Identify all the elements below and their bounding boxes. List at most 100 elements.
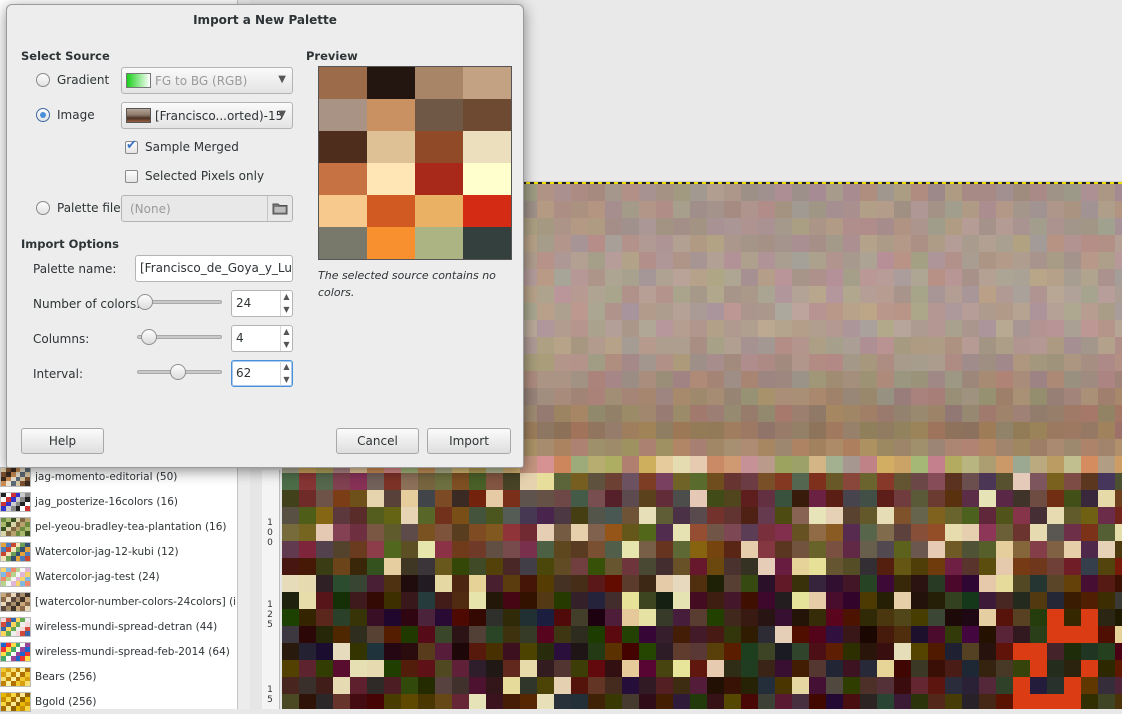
ruler-label: 0 xyxy=(267,528,273,538)
preview-swatch xyxy=(415,195,463,227)
preview-swatch xyxy=(367,99,415,131)
number-of-colors-spinbutton[interactable]: 24 ▲ ▼ xyxy=(231,290,293,317)
import-palette-dialog: Import a New Palette Select Source Gradi… xyxy=(6,4,524,468)
image-thumbnail xyxy=(126,108,151,123)
folder-icon[interactable] xyxy=(267,196,292,221)
gradient-label: Gradient xyxy=(57,73,110,87)
chevron-down-icon[interactable]: ▼ xyxy=(281,374,292,387)
preview-swatch xyxy=(463,227,511,259)
palette-list-item-label: [watercolor-number-colors-24colors] (imp… xyxy=(35,595,237,608)
select-source-heading: Select Source xyxy=(21,49,110,63)
palette-list-item[interactable]: Bgold (256) xyxy=(0,689,237,714)
spin-arrows[interactable]: ▲ ▼ xyxy=(280,326,292,351)
palette-list-item-label: Watercolor-jag-test (24) xyxy=(35,570,160,583)
palette-preview xyxy=(318,66,512,260)
selected-pixels-checkbox[interactable] xyxy=(125,170,138,183)
palette-thumbnail xyxy=(0,516,31,537)
preview-swatch xyxy=(319,163,367,195)
columns-spinbutton[interactable]: 4 ▲ ▼ xyxy=(231,325,293,352)
ruler-label: 2 xyxy=(267,610,273,620)
preview-swatch xyxy=(319,227,367,259)
preview-swatch xyxy=(319,99,367,131)
preview-swatch xyxy=(319,195,367,227)
ruler-label: 5 xyxy=(267,695,273,705)
canvas-top-padding xyxy=(524,0,1122,182)
palette-list-item[interactable]: pel-yeou-bradley-tea-plantation (16) xyxy=(0,514,237,539)
image-radio[interactable] xyxy=(36,108,50,122)
palette-thumbnail xyxy=(0,491,31,512)
preview-swatch xyxy=(367,227,415,259)
image-value: [Francisco...orted)-15 xyxy=(155,108,284,123)
palette-list-item[interactable]: Bears (256) xyxy=(0,664,237,689)
palette-name-input[interactable]: [Francisco_de_Goya_y_Lucie xyxy=(135,255,293,282)
palette-list-item-label: wireless-mundi-spread-feb-2014 (64) xyxy=(35,645,230,658)
gradient-thumbnail xyxy=(126,73,151,88)
chevron-down-icon: ▼ xyxy=(278,74,286,85)
palette-list-item[interactable]: [watercolor-number-colors-24colors] (imp… xyxy=(0,589,237,614)
palette-thumbnail xyxy=(0,591,31,612)
spin-arrows[interactable]: ▲ ▼ xyxy=(280,361,292,386)
preview-swatch xyxy=(367,195,415,227)
preview-swatch xyxy=(463,131,511,163)
chevron-up-icon[interactable]: ▲ xyxy=(281,361,292,374)
interval-label: Interval: xyxy=(33,367,83,381)
image-label: Image xyxy=(57,108,95,122)
palette-list-item-label: pel-yeou-bradley-tea-plantation (16) xyxy=(35,520,227,533)
palette-thumbnail xyxy=(0,541,31,562)
sample-merged-checkbox[interactable] xyxy=(125,138,138,154)
help-button[interactable]: Help xyxy=(21,428,104,454)
interval-value: 62 xyxy=(236,366,252,380)
chevron-down-icon[interactable]: ▼ xyxy=(281,339,292,352)
palette-thumbnail xyxy=(0,616,31,637)
palette-thumbnail xyxy=(0,466,31,487)
palette-list-item[interactable]: Watercolor-jag-test (24) xyxy=(0,564,237,589)
palette-list-item-label: Bgold (256) xyxy=(35,695,97,708)
palette-list-item-label: wireless-mundi-spread-detran (44) xyxy=(35,620,218,633)
ruler-label: 1 xyxy=(267,685,273,695)
ruler-label: 5 xyxy=(267,620,273,630)
preview-swatch xyxy=(463,195,511,227)
chevron-up-icon[interactable]: ▲ xyxy=(281,326,292,339)
preview-swatch xyxy=(415,99,463,131)
columns-slider-handle[interactable] xyxy=(141,329,158,345)
palette-file-radio[interactable] xyxy=(36,201,50,215)
chevron-up-icon[interactable]: ▲ xyxy=(281,291,292,304)
preview-swatch xyxy=(367,67,415,99)
number-of-colors-slider-handle[interactable] xyxy=(137,294,154,310)
palette-list-item-label: Bears (256) xyxy=(35,670,97,683)
cancel-button[interactable]: Cancel xyxy=(336,428,419,454)
chevron-down-icon[interactable]: ▼ xyxy=(281,304,292,317)
palette-thumbnail xyxy=(0,566,31,587)
preview-swatch xyxy=(415,163,463,195)
preview-heading: Preview xyxy=(306,49,358,63)
import-button[interactable]: Import xyxy=(427,428,511,454)
preview-swatch xyxy=(319,131,367,163)
image-combo[interactable]: [Francisco...orted)-15 ▼ xyxy=(121,102,293,129)
gradient-value: FG to BG (RGB) xyxy=(155,73,248,88)
columns-value: 4 xyxy=(236,331,244,345)
palette-list-item[interactable]: wireless-mundi-spread-feb-2014 (64) xyxy=(0,639,237,664)
preview-swatch xyxy=(415,227,463,259)
sample-merged-label: Sample Merged xyxy=(145,140,239,154)
preview-swatch xyxy=(463,67,511,99)
preview-note: The selected source contains no colors. xyxy=(318,269,496,299)
interval-slider-handle[interactable] xyxy=(170,364,187,380)
palette-file-chooser[interactable]: (None) xyxy=(121,195,293,222)
palette-list-item[interactable]: Watercolor-jag-12-kubi (12) xyxy=(0,539,237,564)
preview-swatch xyxy=(463,163,511,195)
gradient-combo[interactable]: FG to BG (RGB) ▼ xyxy=(121,67,293,94)
palette-list-item[interactable]: wireless-mundi-spread-detran (44) xyxy=(0,614,237,639)
preview-swatch xyxy=(415,131,463,163)
preview-swatch xyxy=(463,99,511,131)
preview-swatch xyxy=(415,67,463,99)
preview-swatch xyxy=(367,131,415,163)
palette-list-item[interactable]: jag_posterize-16colors (16) xyxy=(0,489,237,514)
number-of-colors-value: 24 xyxy=(236,296,252,310)
palette-thumbnail xyxy=(0,666,31,687)
interval-spinbutton[interactable]: 62 ▲ ▼ xyxy=(231,360,293,387)
ruler-label: 1 xyxy=(267,600,273,610)
number-of-colors-label: Number of colors: xyxy=(33,297,141,311)
palette-thumbnail xyxy=(0,641,31,662)
spin-arrows[interactable]: ▲ ▼ xyxy=(280,291,292,316)
gradient-radio[interactable] xyxy=(36,73,50,87)
